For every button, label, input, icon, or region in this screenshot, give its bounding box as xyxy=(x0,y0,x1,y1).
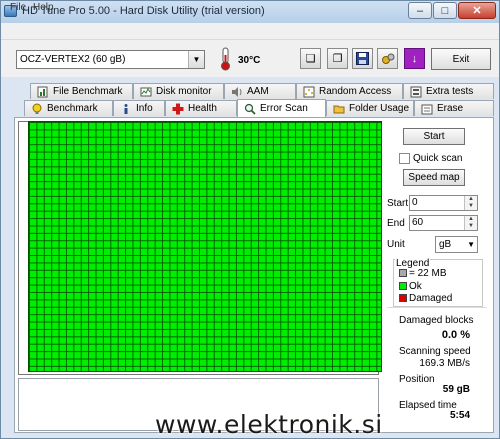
end-input-value: 60 xyxy=(412,217,424,228)
random-access-icon xyxy=(303,86,315,97)
drive-select[interactable]: OCZ-VERTEX2 (60 gB) ▼ xyxy=(16,50,205,69)
menu-help[interactable]: Help xyxy=(33,2,54,13)
quick-scan-label: Quick scan xyxy=(413,153,463,164)
options-icon xyxy=(381,53,394,64)
options-button[interactable] xyxy=(377,48,398,69)
tab-folder-usage[interactable]: Folder Usage xyxy=(326,100,414,116)
chevron-down-icon: ▼ xyxy=(467,240,475,249)
tab-benchmark[interactable]: Benchmark xyxy=(24,100,113,116)
tab-label: Info xyxy=(136,103,153,114)
minimize-button[interactable]: – xyxy=(408,2,432,19)
tab-label: File Benchmark xyxy=(53,86,123,97)
damaged-blocks-value: 0.0 % xyxy=(441,329,470,341)
drive-select-value: OCZ-VERTEX2 (60 gB) xyxy=(20,54,126,65)
menu-bar xyxy=(1,23,499,40)
elapsed-time-label: Elapsed time xyxy=(399,400,457,411)
end-input[interactable]: 60 ▲ ▼ xyxy=(409,215,478,231)
start-button[interactable]: Start xyxy=(403,128,465,145)
arrow-down-icon: ↓ xyxy=(411,52,418,65)
tab-aam[interactable]: AAM xyxy=(224,83,296,99)
bulb-icon xyxy=(32,103,42,114)
magnifier-icon xyxy=(244,103,256,115)
legend-block-swatch xyxy=(399,269,407,277)
tab-info[interactable]: Info xyxy=(113,100,165,116)
maximize-button[interactable]: □ xyxy=(433,2,457,19)
legend-ok-swatch xyxy=(399,282,407,290)
end-field-label: End xyxy=(387,218,405,229)
chevron-down-icon[interactable]: ▼ xyxy=(188,51,204,68)
legend-damaged-label: Damaged xyxy=(409,293,453,304)
maximize-icon: □ xyxy=(441,4,449,17)
watermark: www.elektronik.si xyxy=(155,410,383,439)
copy-icon: ❏ xyxy=(305,53,316,65)
copy-all-button[interactable]: ❐ xyxy=(327,48,348,69)
tab-label: Disk monitor xyxy=(156,86,212,97)
disk-monitor-icon xyxy=(140,87,152,96)
quick-scan-checkbox[interactable] xyxy=(399,153,410,164)
copy-all-icon: ❐ xyxy=(332,53,343,65)
spinner-arrows-icon[interactable]: ▲ ▼ xyxy=(464,196,477,210)
extra-tests-icon xyxy=(410,86,422,97)
scanning-speed-value: 169.3 MB/s xyxy=(419,358,470,369)
elapsed-time-value: 5:54 xyxy=(449,410,470,421)
minimize-icon: – xyxy=(416,4,424,17)
tab-label: Folder Usage xyxy=(349,103,410,114)
tab-label: AAM xyxy=(247,86,269,97)
speaker-icon xyxy=(232,86,242,97)
close-button[interactable]: ✕ xyxy=(458,2,496,19)
copy-button[interactable]: ❏ xyxy=(300,48,321,69)
legend-ok-label: Ok xyxy=(409,281,422,292)
tab-label: Error Scan xyxy=(260,103,308,114)
position-value: 59 gB xyxy=(442,384,470,395)
tab-health[interactable]: Health xyxy=(165,100,237,116)
start-input-value: 0 xyxy=(412,197,418,208)
unit-select[interactable]: gB ▼ xyxy=(435,236,478,253)
folder-icon xyxy=(333,105,345,113)
speed-map-button[interactable]: Speed map xyxy=(403,169,465,186)
save-button[interactable] xyxy=(352,48,373,69)
tab-file-benchmark[interactable]: File Benchmark xyxy=(30,83,133,99)
tab-label: Health xyxy=(188,103,217,114)
legend-damaged-swatch xyxy=(399,294,407,302)
start-input[interactable]: 0 ▲ ▼ xyxy=(409,195,478,211)
close-icon: ✕ xyxy=(472,5,482,17)
tab-erase[interactable]: Erase xyxy=(414,100,494,116)
health-cross-icon xyxy=(172,103,184,114)
file-benchmark-icon xyxy=(37,86,48,97)
spinner-arrows-icon[interactable]: ▲ ▼ xyxy=(464,216,477,230)
info-icon xyxy=(124,103,128,114)
erase-icon xyxy=(421,104,433,114)
window-title: HD Tune Pro 5.00 - Hard Disk Utility (tr… xyxy=(22,5,265,17)
tab-label: Erase xyxy=(437,103,464,114)
tab-label: Extra tests xyxy=(426,86,474,97)
exit-button[interactable]: Exit xyxy=(431,48,491,70)
tab-error-scan[interactable]: Error Scan xyxy=(237,99,326,117)
download-button[interactable]: ↓ xyxy=(404,48,425,69)
tab-extra-tests[interactable]: Extra tests xyxy=(403,83,494,99)
unit-label: Unit xyxy=(387,239,405,250)
tab-random-access[interactable]: Random Access xyxy=(296,83,403,99)
damaged-blocks-label: Damaged blocks xyxy=(399,315,474,326)
tab-label: Benchmark xyxy=(47,103,98,114)
scan-block-grid xyxy=(28,121,382,372)
menu-file[interactable]: File xyxy=(10,2,26,13)
temperature-readout: 30°C xyxy=(238,55,261,66)
thermometer-icon xyxy=(221,47,230,71)
floppy-disk-icon xyxy=(356,52,369,65)
position-label: Position xyxy=(399,374,435,385)
tab-label: Random Access xyxy=(319,86,392,97)
tab-disk-monitor[interactable]: Disk monitor xyxy=(133,83,224,99)
unit-select-value: gB xyxy=(439,239,452,250)
scanning-speed-label: Scanning speed xyxy=(399,346,471,357)
legend-block-size: = 22 MB xyxy=(409,268,447,279)
start-field-label: Start xyxy=(387,198,409,209)
